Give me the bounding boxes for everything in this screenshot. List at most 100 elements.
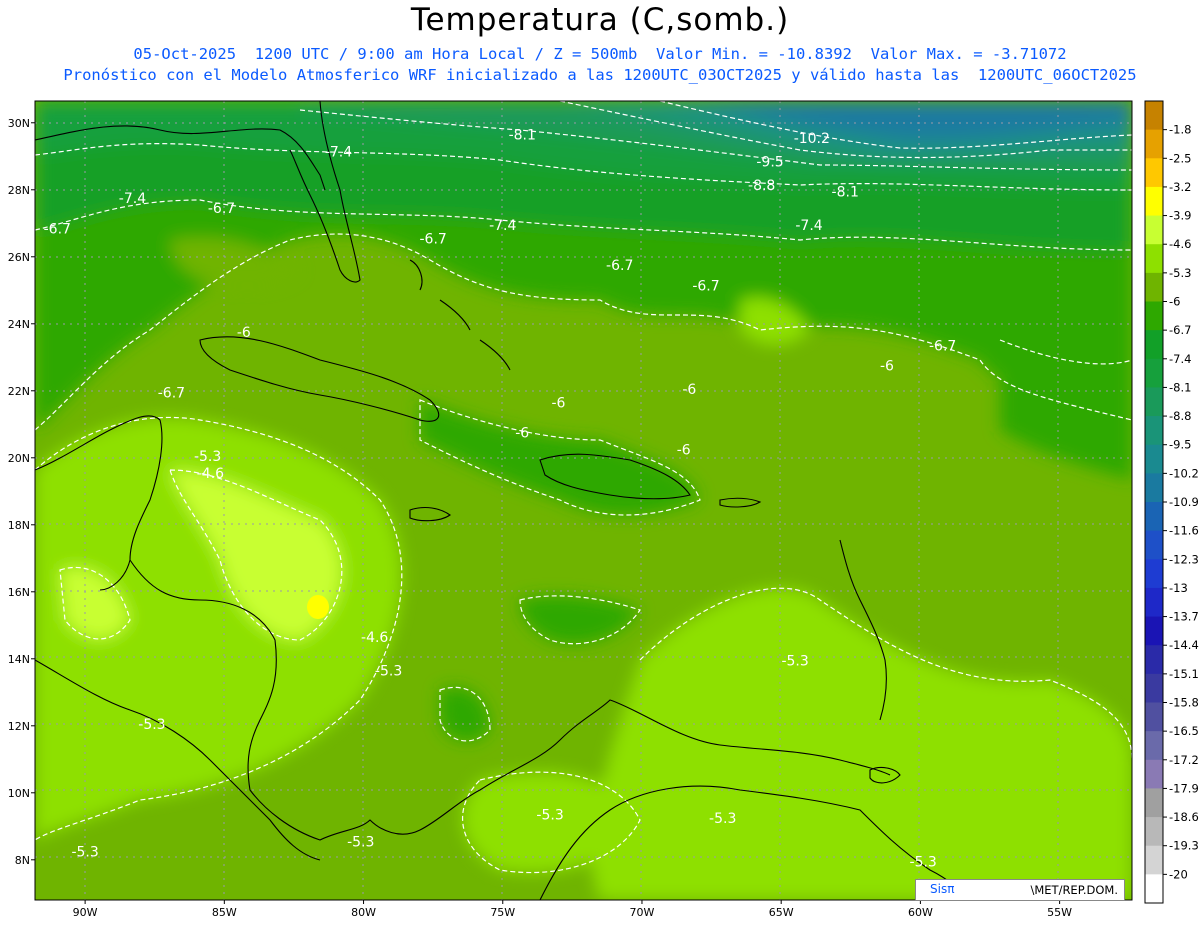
contour-label: -6.7: [606, 258, 633, 274]
lat-tick-label: 16N: [8, 586, 30, 599]
lat-tick-label: 30N: [8, 117, 30, 130]
contour-label: -6.7: [158, 385, 185, 401]
lat-tick-label: 12N: [8, 720, 30, 733]
lat-tick-label: 28N: [8, 184, 30, 197]
colorbar-label: -17.9: [1169, 781, 1199, 795]
contour-label: -6.7: [692, 278, 719, 294]
colorbar-label: -17.2: [1169, 753, 1199, 767]
colorbar-swatch: [1145, 473, 1163, 503]
contour-label: -5.3: [71, 844, 98, 860]
contour-label: -5.3: [709, 811, 736, 827]
lat-tick-label: 24N: [8, 318, 30, 331]
colorbar-swatch: [1145, 387, 1163, 417]
contour-label: -5.3: [536, 808, 563, 824]
colorbar-label: -19.3: [1169, 839, 1199, 853]
colorbar-label: -8.8: [1169, 409, 1191, 423]
colorbar-swatch: [1145, 215, 1163, 245]
colorbar-swatch: [1145, 788, 1163, 818]
colorbar-swatch: [1145, 129, 1163, 159]
colorbar-swatch: [1145, 101, 1163, 131]
colorbar-swatch: [1145, 186, 1163, 217]
colorbar-label: -2.5: [1169, 151, 1191, 165]
contour-label: -5.3: [347, 834, 374, 850]
colorbar-label: -11.6: [1169, 524, 1199, 538]
colorbar-swatch: [1145, 530, 1163, 560]
colorbar-swatch: [1145, 272, 1163, 302]
contour-label: -6.7: [929, 339, 956, 355]
colorbar-swatch: [1145, 673, 1163, 703]
lon-tick-label: 75W: [490, 906, 515, 919]
contour-label: -6.7: [208, 201, 235, 217]
lat-tick-label: 8N: [15, 854, 30, 867]
colorbar-label: -7.4: [1169, 352, 1191, 366]
colorbar-label: -15.1: [1169, 667, 1199, 681]
contour-label: -5.3: [781, 653, 808, 669]
lat-tick-label: 20N: [8, 452, 30, 465]
contour-label: -7.4: [325, 144, 352, 160]
contour-label: -6.7: [44, 221, 71, 237]
colorbar-label: -5.3: [1169, 266, 1191, 280]
colorbar-swatch: [1145, 444, 1163, 474]
colorbar-swatch: [1145, 416, 1163, 446]
colorbar-label: -6: [1169, 295, 1180, 309]
sispi-logo: Sisπ: [930, 882, 955, 896]
colorbar: -1.8 -2.5 -3.2 -3.9 -4.6 -5.3 -6 -6.7 -7.4 -8.1 -8…: [1144, 100, 1199, 904]
lat-tick-label: 22N: [8, 385, 30, 398]
colorbar-label: -10.9: [1169, 495, 1199, 509]
colorbar-label: -8.1: [1169, 380, 1191, 394]
lon-tick-label: 80W: [351, 906, 376, 919]
colorbar-label: -20: [1169, 867, 1188, 881]
contour-label: -8.1: [509, 128, 536, 144]
met-credit: \MET/REP.DOM.: [1030, 883, 1118, 897]
colorbar-swatch: [1145, 502, 1163, 532]
colorbar-label: -15.8: [1169, 696, 1199, 710]
contour-label: -5.3: [138, 717, 165, 733]
lon-tick-label: 55W: [1047, 906, 1072, 919]
colorbar-label: -13: [1169, 581, 1188, 595]
colorbar-swatch: [1145, 244, 1163, 274]
lat-tick-label: 14N: [8, 653, 30, 666]
temperature-map: -8.1 -10.2 -9.5 -8.8 -8.1 -7.4 -7.4 -6.7 -6.7 -6.…: [8, 100, 1199, 919]
colorbar-label: -12.3: [1169, 552, 1199, 566]
colorbar-swatch: [1145, 330, 1163, 360]
colorbar-swatch: [1145, 731, 1163, 761]
colorbar-swatch: [1145, 702, 1163, 732]
colorbar-label: -10.2: [1169, 466, 1199, 480]
contour-label: -6.7: [419, 231, 446, 247]
contour-label: -6: [880, 359, 894, 375]
colorbar-swatch: [1145, 587, 1163, 618]
contour-label: -6: [677, 442, 691, 458]
colorbar-swatch: [1145, 616, 1163, 646]
colorbar-swatch: [1145, 874, 1163, 904]
colorbar-label: -16.5: [1169, 724, 1199, 738]
colorbar-swatch: [1145, 358, 1163, 388]
contour-label: -4.6: [197, 466, 224, 482]
contour-label: -6: [551, 396, 565, 412]
colorbar-label: -13.7: [1169, 610, 1199, 624]
contour-label: -5.3: [910, 854, 937, 870]
lat-tick-label: 10N: [8, 787, 30, 800]
contour-label: -6: [515, 426, 529, 442]
lon-tick-label: 60W: [908, 906, 933, 919]
contour-label: -7.4: [489, 218, 516, 234]
colorbar-label: -3.2: [1169, 180, 1191, 194]
lon-tick-label: 90W: [73, 906, 98, 919]
shaded-field: -8.1 -10.2 -9.5 -8.8 -8.1 -7.4 -7.4 -6.7 -6.7 -6.…: [35, 101, 1132, 900]
colorbar-swatch: [1145, 158, 1163, 188]
contour-label: -8.1: [832, 184, 859, 200]
lon-tick-label: 70W: [630, 906, 655, 919]
contour-label: -8.8: [748, 178, 775, 194]
colorbar-swatch: [1145, 817, 1163, 847]
colorbar-label: -1.8: [1169, 123, 1191, 137]
colorbar-label: -4.6: [1169, 237, 1191, 251]
contour-label: -6: [237, 325, 251, 341]
contour-label: -5.3: [194, 449, 221, 465]
contour-label: -4.6: [361, 630, 388, 646]
colorbar-swatch: [1145, 301, 1163, 331]
contour-label: -10.2: [794, 131, 830, 147]
colorbar-swatch: [1145, 845, 1163, 875]
colorbar-label: -14.4: [1169, 638, 1199, 652]
latitude-axis: 30N 28N 26N 24N 22N 20N 18N 16N 14N 12N 10N 8N: [8, 117, 35, 867]
colorbar-swatch: [1145, 645, 1163, 675]
longitude-axis: 90W 85W 80W 75W 70W 65W 60W 55W: [73, 900, 1072, 919]
